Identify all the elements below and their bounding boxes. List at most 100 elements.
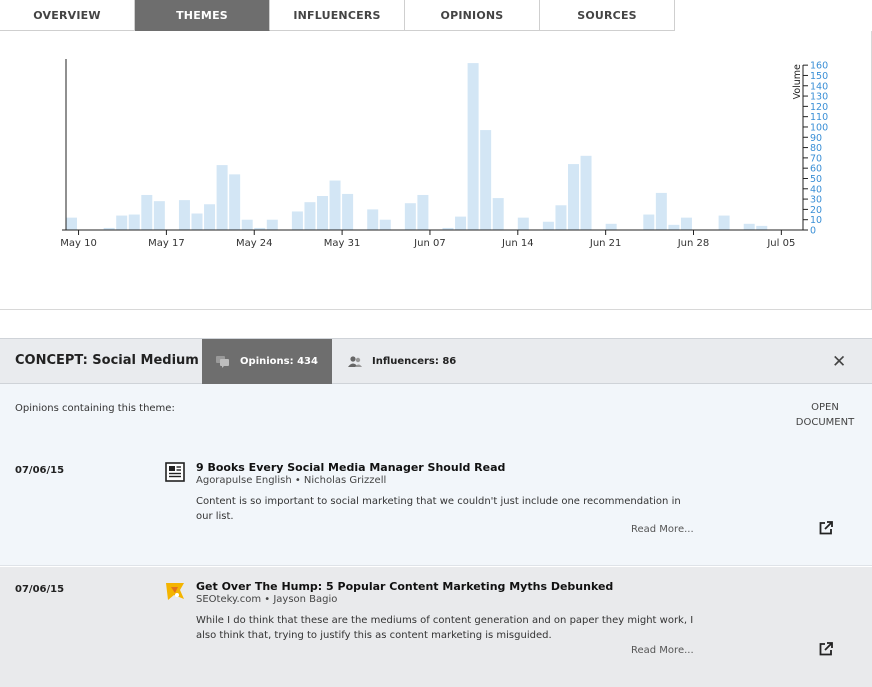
open-document-line2: DOCUMENT [795, 417, 855, 428]
tab-opinions[interactable]: OPINIONS [405, 0, 540, 31]
opinions-header-label: Opinions containing this theme: [15, 403, 175, 414]
chart-x-tick-label: May 31 [324, 238, 361, 249]
tab-overview[interactable]: OVERVIEW [0, 0, 135, 31]
tab-sources[interactable]: SOURCES [540, 0, 675, 31]
list-item: 07/06/15 Get Over The Hump: 5 Popular Co… [0, 567, 872, 687]
chart-bar [680, 217, 692, 230]
chart-bar [655, 192, 667, 230]
opinion-byline: Agorapulse English • Nicholas Grizzell [196, 475, 387, 486]
chart-bar [329, 180, 341, 230]
opinions-count-label: Opinions: 434 [240, 356, 318, 367]
opinion-excerpt: While I do think that these are the medi… [196, 615, 694, 641]
chart-y-tick-label: 60 [810, 164, 822, 175]
chart-bar [542, 221, 554, 230]
read-more-link[interactable]: Read More... [631, 645, 694, 656]
chart-bar [467, 63, 479, 230]
chart-bar [555, 205, 567, 230]
chart-bar [743, 223, 755, 230]
speech-bubble-icon [216, 355, 230, 368]
chart-y-tick-label: 50 [810, 174, 822, 185]
seoteky-logo-icon [166, 583, 184, 600]
chart-bar [668, 224, 680, 230]
chart-bar [191, 213, 203, 230]
chart-y-tick-label: 130 [810, 92, 828, 103]
chart-y-tick-label: 30 [810, 195, 822, 206]
chart-bar [141, 194, 153, 230]
chart-bar [342, 193, 354, 230]
chart-bar [517, 217, 529, 230]
chart-bar [304, 202, 316, 230]
chart-bar [178, 200, 190, 230]
external-link-icon[interactable] [818, 520, 834, 536]
chart-bar [66, 217, 77, 230]
chart-x-tick-label: May 17 [148, 238, 185, 249]
opinion-excerpt: Content is so important to social market… [196, 496, 681, 522]
chart-bar [643, 214, 655, 230]
chart-bar [379, 219, 391, 230]
tab-influencers[interactable]: INFLUENCERS [270, 0, 405, 31]
chart-y-tick-label: 160 [810, 61, 828, 72]
close-icon[interactable]: ✕ [832, 352, 846, 372]
chart-bar [580, 155, 592, 230]
concept-title: CONCEPT: Social Medium [15, 353, 199, 368]
chart-bar [455, 216, 467, 230]
chart-bar [229, 174, 241, 230]
tab-themes[interactable]: THEMES [135, 0, 270, 31]
chart-y-tick-label: 10 [810, 215, 822, 226]
tab-concept-influencers[interactable]: Influencers: 86 [348, 339, 458, 384]
opinion-title-link[interactable]: Get Over The Hump: 5 Popular Content Mar… [196, 580, 613, 593]
chart-bar [116, 215, 128, 230]
chart-bar [216, 165, 228, 230]
chart-bar [153, 201, 165, 230]
chart-y-tick-label: 110 [810, 112, 828, 123]
chart-y-tick-label: 40 [810, 184, 822, 195]
chart-y-tick-label: 0 [810, 226, 816, 237]
opinion-date: 07/06/15 [15, 584, 65, 595]
open-document-column-header: OPEN DOCUMENT [790, 400, 860, 430]
chart-y-tick-label: 120 [810, 102, 828, 113]
chart-y-tick-label: 140 [810, 81, 828, 92]
chart-y-tick-label: 90 [810, 133, 822, 144]
people-icon [348, 355, 362, 367]
chart-bar [291, 211, 303, 230]
chart-x-tick-label: Jun 21 [589, 238, 622, 249]
volume-chart-panel: May 10 May 17 May 24 May 31 Jun 07 Jun 14 Jun … [0, 31, 872, 310]
chart-bar [605, 223, 617, 230]
newspaper-icon [165, 462, 185, 482]
concept-bar: CONCEPT: Social Medium Opinions: 434 Inf… [0, 338, 872, 384]
chart-bar [568, 164, 579, 230]
chart-bar [317, 196, 328, 230]
chart-y-tick-label: 20 [810, 205, 822, 216]
chart-y-tick-label: 80 [810, 143, 822, 154]
chart-bar [204, 204, 216, 230]
chart-bar [417, 194, 429, 230]
chart-bar [756, 225, 768, 230]
chart-bar [367, 209, 379, 230]
chart-x-tick-label: Jul 05 [766, 238, 795, 249]
chart-y-axis-label: Volume [792, 64, 803, 99]
chart-bar [404, 203, 416, 230]
chart-y-tick-label: 70 [810, 153, 822, 164]
external-link-icon[interactable] [818, 641, 834, 657]
chart-bar [492, 198, 504, 230]
opinion-date: 07/06/15 [15, 465, 65, 476]
chart-x-tick-label: Jun 14 [501, 238, 534, 249]
chart-x-tick-label: Jun 28 [677, 238, 710, 249]
top-tab-bar: OVERVIEW THEMES INFLUENCERS OPINIONS SOU… [0, 0, 872, 31]
influencers-count-label: Influencers: 86 [372, 356, 457, 367]
chart-x-tick-label: Jun 07 [413, 238, 446, 249]
chart-x-tick-label: May 24 [236, 238, 273, 249]
opinion-title-link[interactable]: 9 Books Every Social Media Manager Shoul… [196, 461, 505, 474]
chart-bar [241, 219, 253, 230]
chart-bar [718, 215, 730, 230]
list-item: 07/06/15 9 Books Every Social Media Mana… [0, 448, 872, 566]
read-more-link[interactable]: Read More... [631, 524, 694, 535]
opinion-byline: SEOteky.com • Jayson Bagio [196, 594, 338, 605]
chart-bar [266, 219, 278, 230]
chart-y-tick-label: 100 [810, 122, 828, 133]
opinions-header: Opinions containing this theme: OPEN DOC… [0, 384, 872, 448]
chart-bar [128, 214, 140, 230]
volume-bar-chart: May 10 May 17 May 24 May 31 Jun 07 Jun 14 Jun … [60, 59, 828, 249]
chart-x-tick-label: May 10 [60, 238, 97, 249]
tab-concept-opinions[interactable]: Opinions: 434 [202, 339, 332, 384]
